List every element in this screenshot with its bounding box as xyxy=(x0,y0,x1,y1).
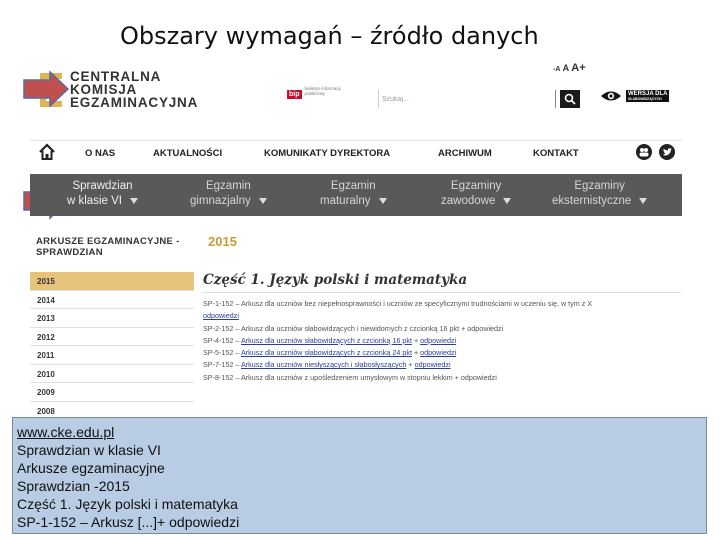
document-item: SP-4-152 – Arkusz dla uczniów słabowidzą… xyxy=(203,335,457,345)
selected-year-heading: 2015 xyxy=(208,234,237,249)
chevron-down-icon xyxy=(129,197,138,204)
nav-item-kontakt[interactable]: KONTAKT xyxy=(533,148,579,159)
eye-icon xyxy=(601,91,621,101)
logo-line-3: EGZAMINACYJNA xyxy=(70,95,199,110)
cke-logo-text[interactable]: CENTRALNA KOMISJA EGZAMINACYJNA xyxy=(70,70,199,110)
nav-item-o-nas[interactable]: O NAS xyxy=(85,148,115,159)
twitter-bird-icon xyxy=(663,147,672,156)
callout-line: Sprawdzian -2015 xyxy=(17,478,130,494)
search-input[interactable] xyxy=(382,92,552,106)
doc-desc: – xyxy=(233,360,241,370)
section-title-line1: ARKUSZE EGZAMINACYJNE - xyxy=(36,236,180,247)
sub-nav-line1: Egzaminy xyxy=(574,180,625,192)
section-title-line2: SPRAWDZIAN xyxy=(36,247,103,258)
font-size-medium-button[interactable]: A xyxy=(563,63,569,73)
content-divider xyxy=(203,292,681,293)
doc-code: SP-4-152 xyxy=(203,335,234,345)
search-button[interactable] xyxy=(560,90,580,108)
doc-code: SP-8-152 xyxy=(203,372,234,382)
chevron-down-icon xyxy=(639,197,648,204)
doc-desc: – Arkusz dla uczniów słabowidzących i ni… xyxy=(233,323,504,333)
sidebar-item-year[interactable]: 2010 xyxy=(30,365,194,383)
font-size-large-button[interactable]: A+ xyxy=(571,62,585,74)
nav-item-aktualnosci[interactable]: AKTUALNOŚCI xyxy=(153,148,222,159)
doc-sheet-link[interactable]: Arkusz dla uczniów niesłyszących i słabo… xyxy=(241,360,406,369)
search-icon xyxy=(564,93,576,105)
bip-text: biuletyn informacji publicznej xyxy=(304,86,341,96)
twitter-icon[interactable] xyxy=(659,144,675,160)
doc-answers-link[interactable]: odpowiedzi xyxy=(203,311,239,320)
callout-url[interactable]: www.cke.edu.pl xyxy=(17,423,702,441)
sidebar-item-year[interactable]: 2009 xyxy=(30,383,194,402)
sidebar-item-year[interactable]: 2012 xyxy=(30,328,194,346)
sidebar-item-year[interactable]: 2014 xyxy=(30,291,194,309)
arrow-annotation-logo xyxy=(23,70,70,108)
social-icon-1[interactable] xyxy=(636,144,652,160)
nav-item-archiwum[interactable]: ARCHIWUM xyxy=(438,148,492,159)
bip-logo[interactable]: bip biuletyn informacji publicznej xyxy=(287,86,357,99)
sub-nav-line2: maturalny xyxy=(320,195,371,207)
font-size-controls: -A A A+ xyxy=(553,62,586,74)
doc-code: SP-5-152 xyxy=(203,348,234,358)
doc-desc: – xyxy=(233,335,241,345)
sidebar-item-year[interactable]: 2011 xyxy=(30,346,194,365)
document-item: SP-5-152 – Arkusz dla uczniów słabowidzą… xyxy=(203,348,457,358)
sub-nav-sprawdzian[interactable]: Sprawdzian w klasie VI xyxy=(67,179,138,209)
bip-badge: bip xyxy=(287,90,302,99)
chevron-down-icon xyxy=(378,197,387,204)
document-item: SP-2-152 – Arkusz dla uczniów słabowidzą… xyxy=(203,323,683,335)
sub-nav-line2: w klasie VI xyxy=(67,195,122,207)
sub-nav-egzaminy-eksternistyczne[interactable]: Egzaminy eksternistyczne xyxy=(552,179,648,209)
sub-nav-line1: Egzamin xyxy=(205,180,251,192)
sub-nav-egzamin-maturalny[interactable]: Egzamin maturalny xyxy=(320,179,387,209)
sub-nav-egzaminy-zawodowe[interactable]: Egzaminy zawodowe xyxy=(441,179,512,209)
chevron-down-icon xyxy=(503,197,512,204)
content-title: Część 1. Język polski i matematyka xyxy=(203,272,468,288)
sub-nav-line1: Egzamin xyxy=(330,180,376,192)
sub-nav-line2: gimnazjalny xyxy=(190,195,251,207)
callout-line: SP-1-152 – Arkusz [...]+ odpowiedzi xyxy=(17,514,240,530)
doc-code: SP-7-152 xyxy=(203,360,234,370)
search-border xyxy=(555,90,556,108)
font-size-small-button[interactable]: -A xyxy=(553,66,560,73)
sidebar-item-year[interactable]: 2015 xyxy=(30,272,194,291)
doc-answers-link[interactable]: odpowiedzi xyxy=(415,360,451,369)
document-list: SP-1-152 – Arkusz dla uczniów bez niepeł… xyxy=(203,298,683,384)
doc-code: SP-1-152 xyxy=(203,299,234,308)
document-item: SP-7-152 – Arkusz dla uczniów niesłysząc… xyxy=(203,360,451,370)
document-item: SP-1-152 – Arkusz dla uczniów bez niepeł… xyxy=(203,298,683,310)
search-separator xyxy=(378,90,379,108)
sub-nav-line1: Sprawdzian xyxy=(72,180,133,192)
section-title: ARKUSZE EGZAMINACYJNE - SPRAWDZIAN xyxy=(36,236,180,258)
callout-line: Część 1. Język polski i matematyka xyxy=(17,496,238,512)
contrast-line-2: SŁABOWIDZĄCYCH xyxy=(628,97,662,101)
document-item: odpowiedzi xyxy=(203,310,683,322)
slide-title: Obszary wymagań – źródło danych xyxy=(120,22,539,50)
doc-desc: – Arkusz dla uczniów z upośledzeniem umy… xyxy=(233,372,497,382)
year-sidebar: 2015 2014 2013 2012 2011 2010 2009 2008 xyxy=(30,272,194,420)
callout-line: Arkusze egzaminacyjne xyxy=(17,460,165,476)
sub-nav-line2: zawodowe xyxy=(441,195,496,207)
chevron-down-icon xyxy=(258,197,267,204)
sidebar-item-year[interactable]: 2013 xyxy=(30,309,194,328)
sub-nav-line1: Egzaminy xyxy=(450,180,502,192)
doc-answers-link[interactable]: odpowiedzi xyxy=(420,348,456,357)
doc-sheet-link[interactable]: Arkusz dla uczniów słabowidzących z czci… xyxy=(241,348,412,357)
high-contrast-label: WERSJA DLA SŁABOWIDZĄCYCH xyxy=(626,90,670,102)
people-icon xyxy=(639,148,649,157)
home-icon[interactable] xyxy=(38,143,56,161)
callout-line: Sprawdzian w klasie VI xyxy=(17,442,161,458)
document-item: SP-8-152 – Arkusz dla uczniów z upośledz… xyxy=(203,372,683,384)
doc-code: SP-2-152 xyxy=(203,323,234,333)
sub-nav-egzamin-gimnazjalny[interactable]: Egzamin gimnazjalny xyxy=(190,179,267,209)
doc-answers-link[interactable]: odpowiedzi xyxy=(420,336,456,345)
high-contrast-link[interactable]: WERSJA DLA SŁABOWIDZĄCYCH xyxy=(600,90,670,102)
source-callout-box: www.cke.edu.pl Sprawdzian w klasie VI Ar… xyxy=(12,417,707,534)
doc-sheet-link[interactable]: Arkusz dla uczniów słabowidzących z czci… xyxy=(241,336,412,345)
doc-desc: – Arkusz dla uczniów bez niepełnosprawno… xyxy=(233,299,593,308)
sub-nav-line2: eksternistyczne xyxy=(552,195,632,207)
nav-item-komunikaty-dyrektora[interactable]: KOMUNIKATY DYREKTORA xyxy=(264,148,390,159)
doc-desc: – xyxy=(233,348,241,358)
